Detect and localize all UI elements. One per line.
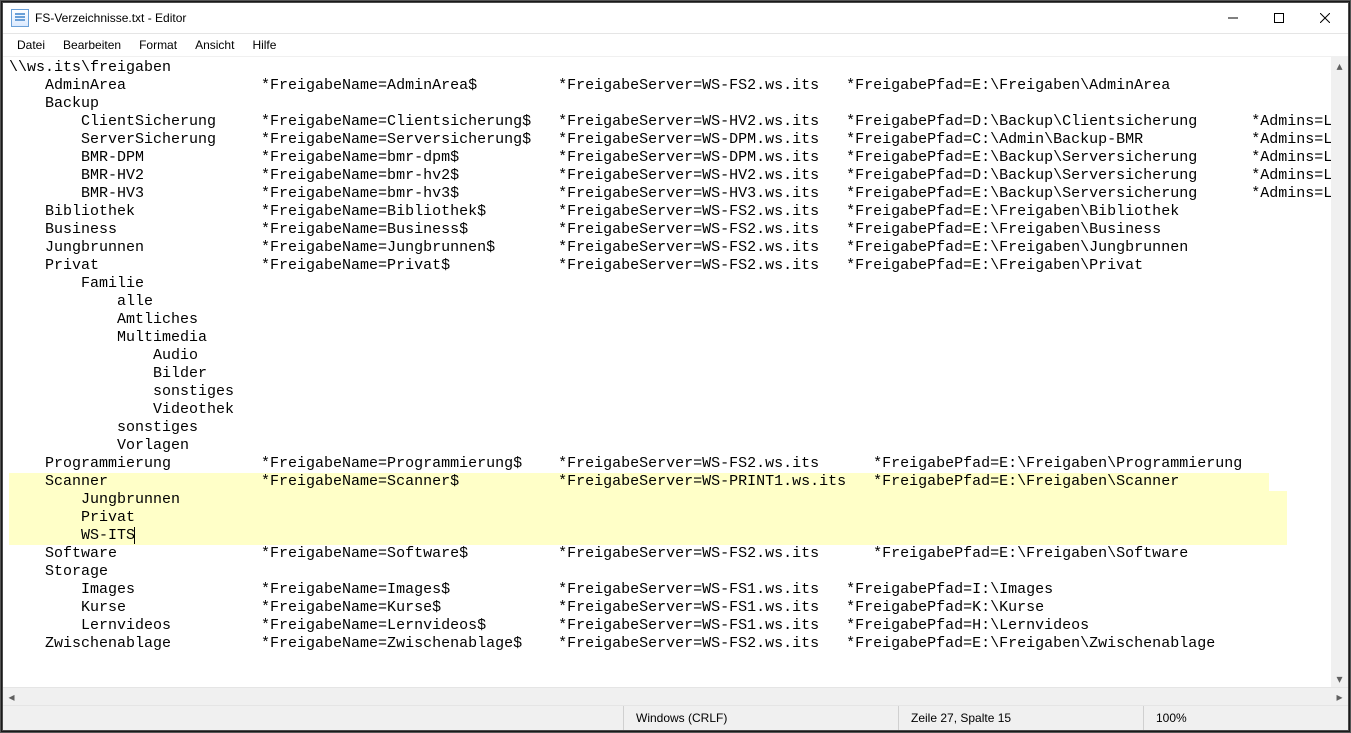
text-line[interactable]: Videothek	[9, 401, 234, 418]
scroll-track[interactable]	[20, 688, 1331, 705]
text-content[interactable]: \\ws.its\freigaben AdminArea *FreigabeNa…	[3, 57, 1348, 659]
menu-help[interactable]: Hilfe	[244, 36, 284, 54]
status-position: Zeile 27, Spalte 15	[898, 706, 1143, 730]
text-line[interactable]: ClientSicherung *FreigabeName=Clientsich…	[9, 113, 1348, 130]
text-line-highlighted[interactable]: Jungbrunnen	[9, 491, 1287, 509]
text-line[interactable]: Backup	[9, 95, 99, 112]
close-button[interactable]	[1302, 3, 1348, 33]
menu-format[interactable]: Format	[131, 36, 185, 54]
text-line[interactable]: BMR-DPM *FreigabeName=bmr-dpm$ *Freigabe…	[9, 149, 1348, 166]
window-title: FS-Verzeichnisse.txt - Editor	[35, 11, 186, 25]
text-line[interactable]: Multimedia	[9, 329, 207, 346]
text-line[interactable]: sonstiges	[9, 383, 234, 400]
text-line[interactable]: Vorlagen	[9, 437, 189, 454]
scroll-right-icon[interactable]: ▸	[1331, 688, 1348, 705]
horizontal-scrollbar[interactable]: ◂ ▸	[3, 687, 1348, 705]
text-line[interactable]: Lernvideos *FreigabeName=Lernvideos$ *Fr…	[9, 617, 1089, 634]
scroll-left-icon[interactable]: ◂	[3, 688, 20, 705]
text-line[interactable]: Amtliches	[9, 311, 198, 328]
text-line[interactable]: \\ws.its\freigaben	[9, 59, 171, 76]
notepad-icon	[11, 9, 29, 27]
menu-view[interactable]: Ansicht	[187, 36, 242, 54]
text-line[interactable]: BMR-HV2 *FreigabeName=bmr-hv2$ *Freigabe…	[9, 167, 1348, 184]
text-line[interactable]: BMR-HV3 *FreigabeName=bmr-hv3$ *Freigabe…	[9, 185, 1348, 202]
text-line[interactable]: Familie	[9, 275, 144, 292]
text-line[interactable]: Zwischenablage *FreigabeName=Zwischenabl…	[9, 635, 1215, 652]
text-line[interactable]: Bilder	[9, 365, 207, 382]
text-line[interactable]: Software *FreigabeName=Software$ *Freiga…	[9, 545, 1188, 562]
text-line[interactable]: Images *FreigabeName=Images$ *FreigabeSe…	[9, 581, 1053, 598]
text-line[interactable]: Programmierung *FreigabeName=Programmier…	[9, 455, 1242, 472]
text-line[interactable]: Bibliothek *FreigabeName=Bibliothek$ *Fr…	[9, 203, 1179, 220]
text-line-highlighted[interactable]: Privat	[9, 509, 1287, 527]
text-line[interactable]: AdminArea *FreigabeName=AdminArea$ *Frei…	[9, 77, 1170, 94]
text-line-highlighted[interactable]: WS-ITS	[9, 527, 1287, 545]
scroll-up-icon[interactable]: ▴	[1331, 57, 1348, 74]
notepad-window: FS-Verzeichnisse.txt - Editor Datei Bear…	[2, 2, 1349, 731]
text-line[interactable]: Audio	[9, 347, 198, 364]
text-line[interactable]: Storage	[9, 563, 108, 580]
text-line[interactable]: sonstiges	[9, 419, 198, 436]
text-line[interactable]: Privat *FreigabeName=Privat$ *FreigabeSe…	[9, 257, 1143, 274]
menu-edit[interactable]: Bearbeiten	[55, 36, 129, 54]
maximize-button[interactable]	[1256, 3, 1302, 33]
text-line[interactable]: Kurse *FreigabeName=Kurse$ *FreigabeServ…	[9, 599, 1044, 616]
text-line[interactable]: Jungbrunnen *FreigabeName=Jungbrunnen$ *…	[9, 239, 1188, 256]
text-line[interactable]: Business *FreigabeName=Business$ *Freiga…	[9, 221, 1161, 238]
status-encoding: Windows (CRLF)	[623, 706, 898, 730]
titlebar[interactable]: FS-Verzeichnisse.txt - Editor	[3, 3, 1348, 34]
vertical-scrollbar[interactable]: ▴ ▾	[1331, 57, 1348, 687]
text-line[interactable]: alle	[9, 293, 153, 310]
menu-file[interactable]: Datei	[9, 36, 53, 54]
text-line[interactable]: ServerSicherung *FreigabeName=Serversich…	[9, 131, 1348, 148]
text-editor[interactable]: \\ws.its\freigaben AdminArea *FreigabeNa…	[3, 57, 1348, 687]
status-zoom: 100%	[1143, 706, 1348, 730]
text-line-highlighted[interactable]: Scanner *FreigabeName=Scanner$ *Freigabe…	[9, 473, 1269, 491]
menubar: Datei Bearbeiten Format Ansicht Hilfe	[3, 34, 1348, 57]
scroll-down-icon[interactable]: ▾	[1331, 670, 1348, 687]
statusbar: Windows (CRLF) Zeile 27, Spalte 15 100%	[3, 705, 1348, 730]
minimize-button[interactable]	[1210, 3, 1256, 33]
